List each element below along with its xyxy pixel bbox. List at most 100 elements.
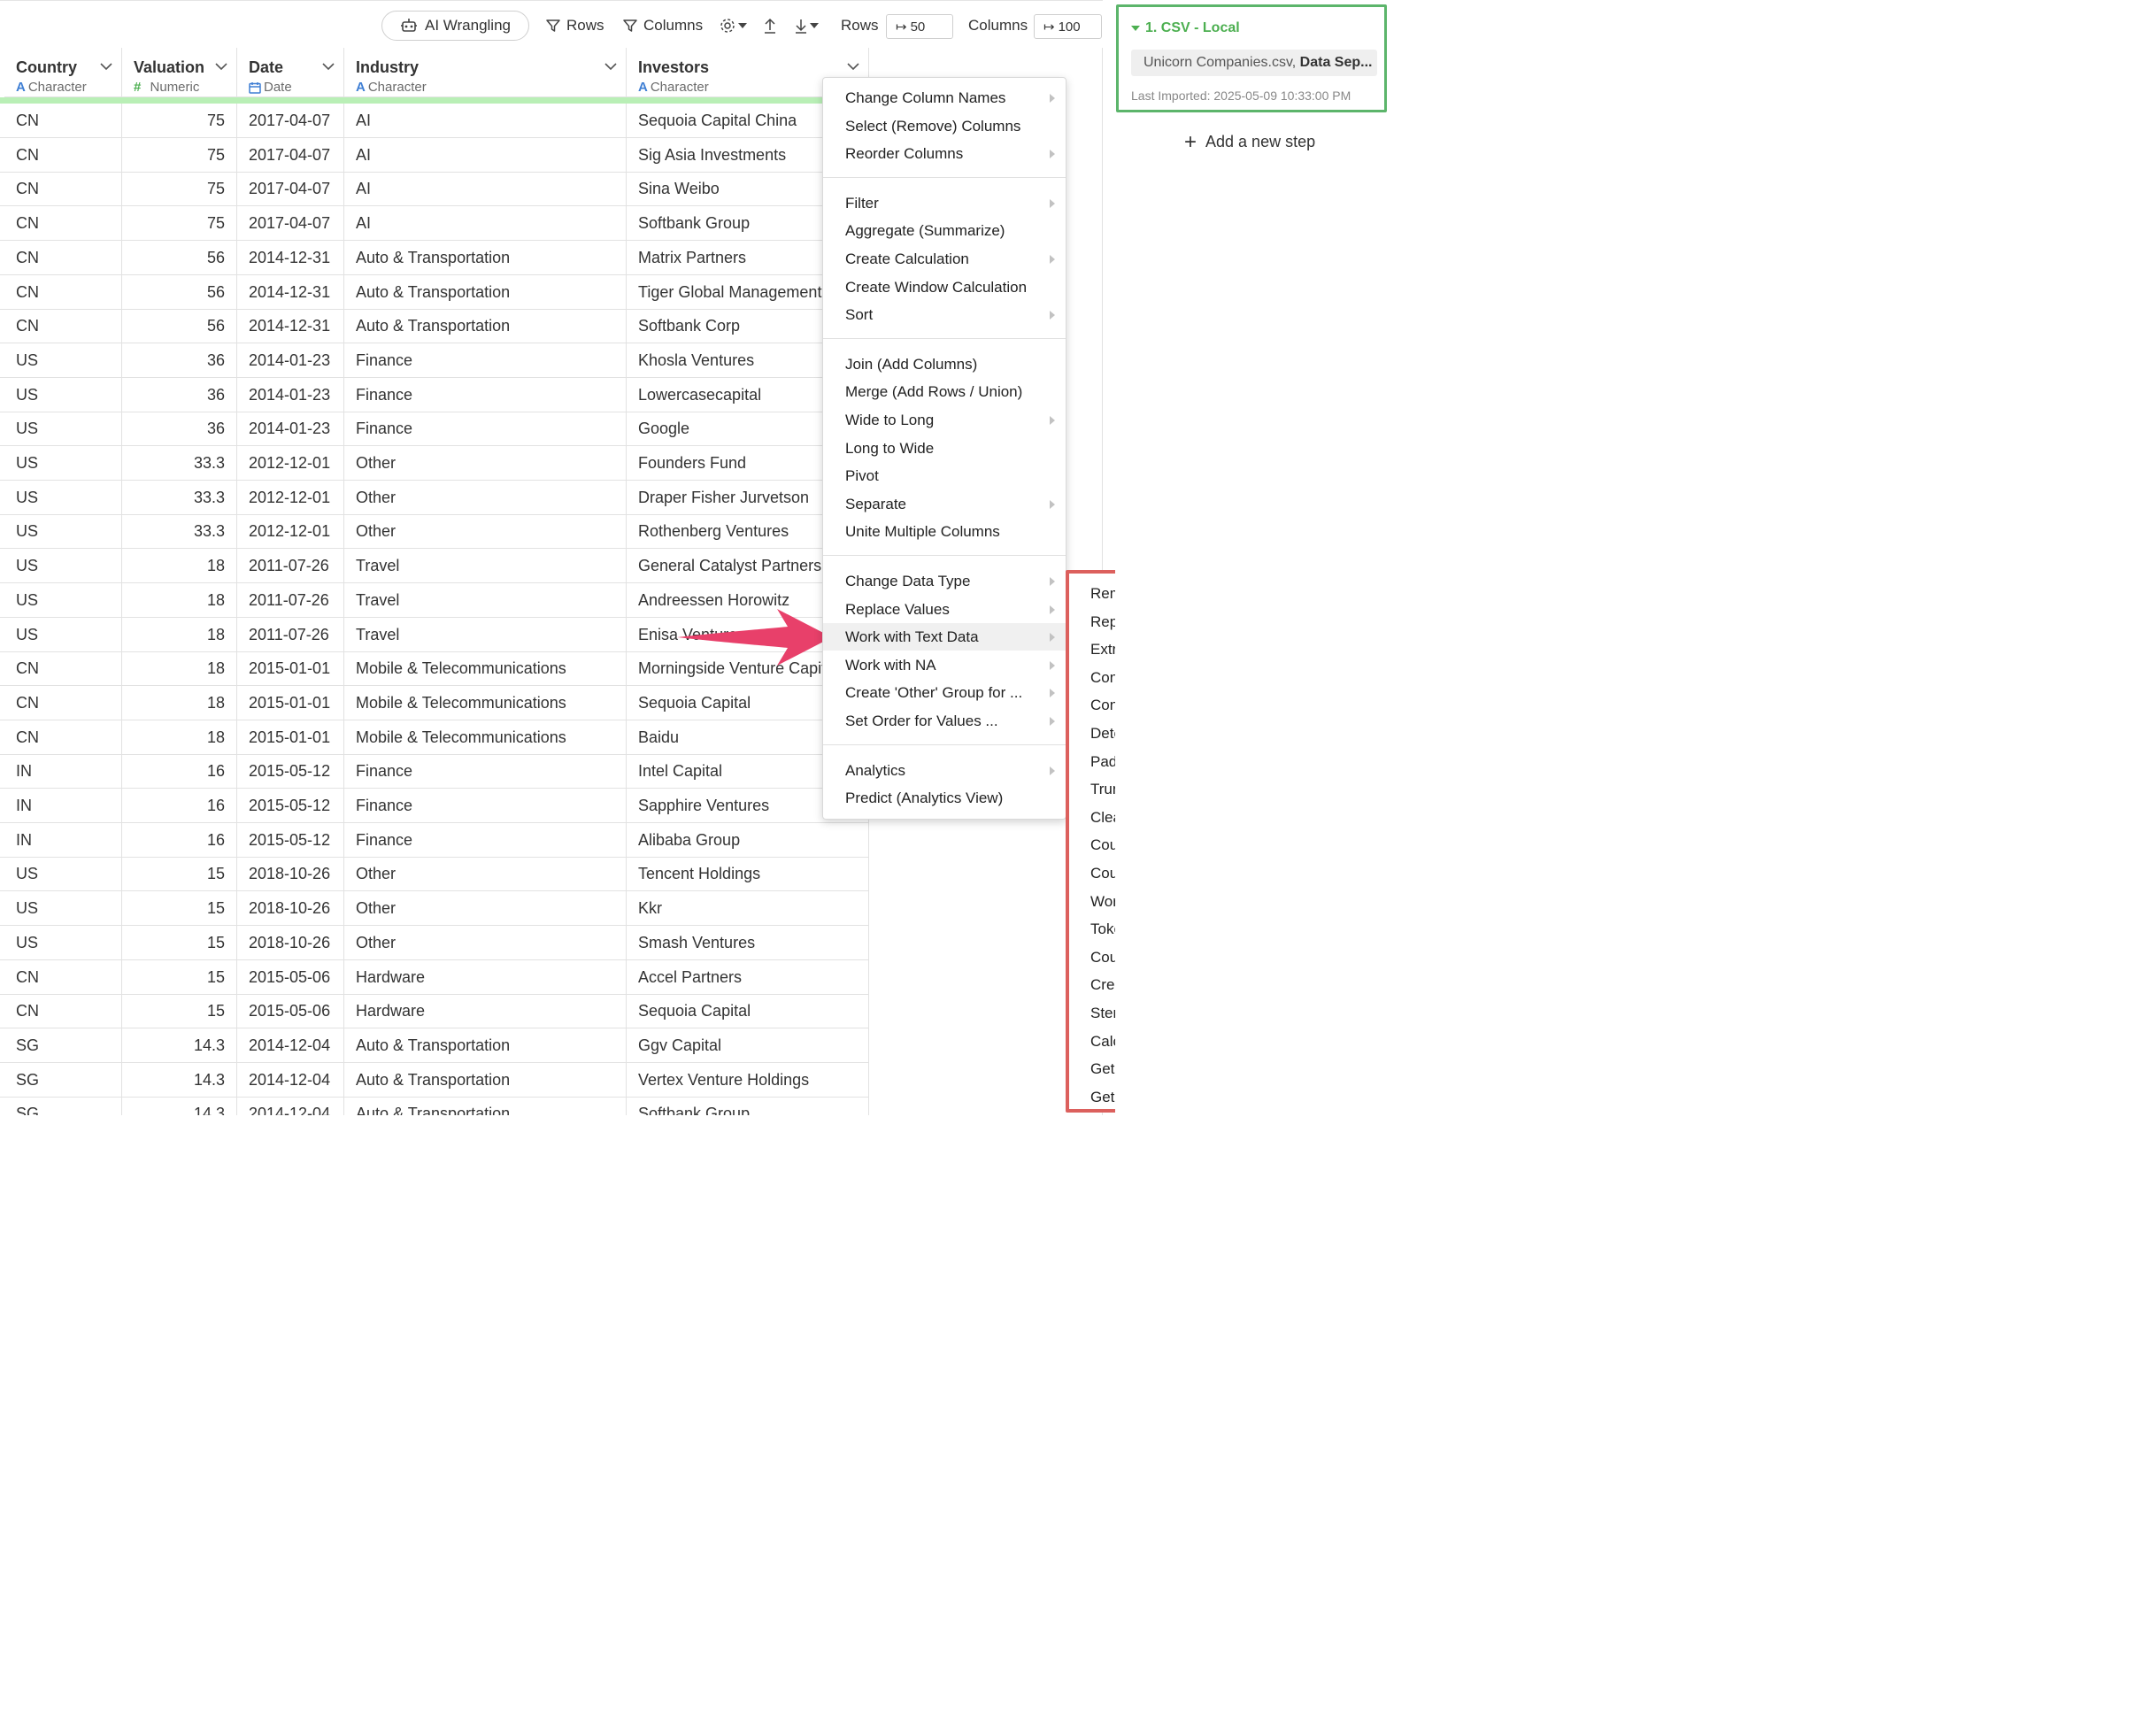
cell-date[interactable]: 2011-07-26 (237, 549, 344, 583)
cell-country[interactable]: US (4, 343, 122, 377)
chevron-down-icon[interactable] (100, 62, 112, 71)
cell-industry[interactable]: Finance (344, 412, 627, 446)
column-header-date[interactable]: Date Date (237, 48, 344, 97)
cell-country[interactable]: CN (4, 651, 122, 686)
cell-country[interactable]: IN (4, 822, 122, 857)
table-row[interactable]: US 15 2018-10-26 Other Smash Ventures (0, 925, 869, 960)
cell-industry[interactable]: Auto & Transportation (344, 1062, 627, 1097)
cell-date[interactable]: 2017-04-07 (237, 137, 344, 172)
menu-item[interactable]: Work with NA (823, 651, 1066, 679)
cell-date[interactable]: 2014-01-23 (237, 412, 344, 446)
cell-industry[interactable]: AI (344, 137, 627, 172)
cell-industry[interactable]: Finance (344, 754, 627, 789)
cell-valuation[interactable]: 18 (122, 617, 237, 651)
cell-country[interactable]: CN (4, 104, 122, 137)
cell-valuation[interactable]: 18 (122, 651, 237, 686)
cell-date[interactable]: 2012-12-01 (237, 446, 344, 480)
table-row[interactable]: US 33.3 2012-12-01 Other Rothenberg Ventures (0, 514, 869, 550)
cell-country[interactable]: CN (4, 994, 122, 1028)
cell-date[interactable]: 2015-01-01 (237, 651, 344, 686)
cell-date[interactable]: 2017-04-07 (237, 206, 344, 241)
table-row[interactable]: CN 75 2017-04-07 AI Sina Weibo (0, 172, 869, 207)
rows-count-input[interactable]: ↦ 50 (886, 14, 953, 39)
table-row[interactable]: CN 56 2014-12-31 Auto & Transportation Softb… (0, 309, 869, 344)
menu-item[interactable]: Change Column Names (823, 84, 1066, 112)
menu-item[interactable]: Aggregate (Summarize) (823, 217, 1066, 244)
cell-date[interactable]: 2012-12-01 (237, 514, 344, 549)
cell-valuation[interactable]: 14.3 (122, 1062, 237, 1097)
table-row[interactable]: SG 14.3 2014-12-04 Auto & Transportation Sof… (0, 1097, 869, 1115)
cell-valuation[interactable]: 75 (122, 172, 237, 206)
cell-country[interactable]: CN (4, 240, 122, 274)
cell-valuation[interactable]: 75 (122, 137, 237, 172)
table-row[interactable]: CN 18 2015-01-01 Mobile & Telecommunication… (0, 685, 869, 720)
table-row[interactable]: US 18 2011-07-26 Travel General Catalyst Par… (0, 549, 869, 584)
menu-item[interactable]: Select (Remove) Columns (823, 112, 1066, 140)
cell-valuation[interactable]: 33.3 (122, 514, 237, 549)
cell-country[interactable]: CN (4, 959, 122, 994)
cell-date[interactable]: 2014-12-31 (237, 274, 344, 309)
cell-industry[interactable]: Other (344, 925, 627, 959)
export-button[interactable] (763, 12, 777, 39)
chevron-down-icon[interactable] (215, 62, 227, 71)
cell-date[interactable]: 2014-12-31 (237, 240, 344, 274)
cell-industry[interactable]: Other (344, 514, 627, 549)
cell-industry[interactable]: Hardware (344, 994, 627, 1028)
collapse-triangle-icon[interactable] (1131, 26, 1140, 31)
cell-industry[interactable]: AI (344, 206, 627, 241)
cell-date[interactable]: 2015-01-01 (237, 720, 344, 754)
table-row[interactable]: CN 15 2015-05-06 Hardware Sequoia Capital (0, 994, 869, 1029)
cell-valuation[interactable]: 56 (122, 309, 237, 343)
table-row[interactable]: US 36 2014-01-23 Finance Google (0, 412, 869, 447)
cell-industry[interactable]: Travel (344, 582, 627, 617)
chevron-down-icon[interactable] (604, 62, 617, 71)
cell-investors[interactable]: Smash Ventures (627, 925, 869, 959)
cell-country[interactable]: CN (4, 137, 122, 172)
menu-item[interactable]: Create Calculation (823, 245, 1066, 273)
cell-valuation[interactable]: 36 (122, 343, 237, 377)
menu-item[interactable]: Reorder Columns (823, 140, 1066, 167)
table-row[interactable]: US 15 2018-10-26 Other Tencent Holdings (0, 857, 869, 892)
menu-item[interactable]: Analytics (823, 757, 1066, 784)
table-row[interactable]: SG 14.3 2014-12-04 Auto & Transportation Ggv… (0, 1028, 869, 1063)
settings-dropdown[interactable] (719, 12, 747, 39)
cell-country[interactable]: US (4, 925, 122, 959)
table-row[interactable]: US 15 2018-10-26 Other Kkr (0, 891, 869, 927)
cell-country[interactable]: US (4, 582, 122, 617)
table-row[interactable]: IN 16 2015-05-12 Finance Alibaba Group (0, 822, 869, 858)
cell-investors[interactable]: Accel Partners (627, 959, 869, 994)
table-row[interactable]: IN 16 2015-05-12 Finance Intel Capital (0, 754, 869, 789)
menu-item[interactable]: Create Window Calculation (823, 273, 1066, 301)
cell-valuation[interactable]: 14.3 (122, 1097, 237, 1115)
cell-valuation[interactable]: 33.3 (122, 480, 237, 514)
cell-valuation[interactable]: 75 (122, 104, 237, 137)
cell-valuation[interactable]: 16 (122, 754, 237, 789)
cell-investors[interactable]: Sequoia Capital (627, 994, 869, 1028)
chevron-down-icon[interactable] (847, 62, 859, 71)
cell-valuation[interactable]: 56 (122, 274, 237, 309)
cell-date[interactable]: 2015-01-01 (237, 685, 344, 720)
cell-date[interactable]: 2014-12-04 (237, 1062, 344, 1097)
table-row[interactable]: IN 16 2015-05-12 Finance Sapphire Ventures (0, 789, 869, 823)
cell-country[interactable]: IN (4, 754, 122, 789)
cell-valuation[interactable]: 18 (122, 720, 237, 754)
table-row[interactable]: CN 75 2017-04-07 AI Sig Asia Investments (0, 137, 869, 173)
menu-item[interactable]: Work with Text Data (823, 623, 1066, 651)
table-row[interactable]: CN 56 2014-12-31 Auto & Transportation Tiger… (0, 274, 869, 310)
menu-item[interactable]: Filter (823, 189, 1066, 217)
cell-industry[interactable]: Mobile & Telecommunications (344, 720, 627, 754)
cell-country[interactable]: US (4, 891, 122, 926)
cell-investors[interactable]: Ggv Capital (627, 1028, 869, 1062)
table-row[interactable]: CN 18 2015-01-01 Mobile & Telecommunication… (0, 720, 869, 755)
cell-valuation[interactable]: 36 (122, 377, 237, 412)
cell-industry[interactable]: Finance (344, 789, 627, 822)
cell-date[interactable]: 2014-01-23 (237, 377, 344, 412)
cell-valuation[interactable]: 36 (122, 412, 237, 446)
columns-count-input[interactable]: ↦ 100 (1034, 14, 1102, 39)
cell-country[interactable]: IN (4, 789, 122, 822)
cell-date[interactable]: 2018-10-26 (237, 925, 344, 959)
cell-valuation[interactable]: 15 (122, 959, 237, 994)
cell-investors[interactable]: Softbank Group (627, 1097, 869, 1115)
table-row[interactable]: SG 14.3 2014-12-04 Auto & Transportation Ver… (0, 1062, 869, 1098)
cell-valuation[interactable]: 33.3 (122, 446, 237, 480)
